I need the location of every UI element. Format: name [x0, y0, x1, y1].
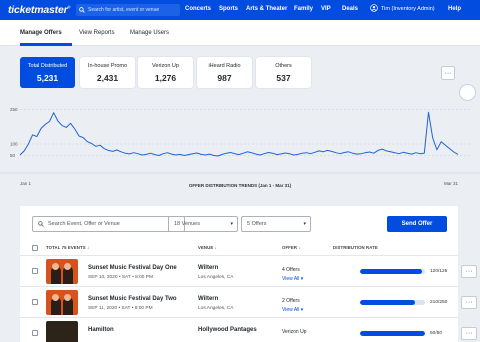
y-tick-label: 250 [10, 107, 18, 112]
venue-city: Los Angeles, CA [198, 306, 234, 311]
user-icon [370, 4, 378, 14]
chevron-down-icon: ▾ [230, 221, 233, 227]
stat-iheard-radio[interactable]: iHeard Radio 987 [197, 57, 252, 88]
tab-manage-offers[interactable]: Manage Offers [20, 30, 62, 36]
send-offer-button[interactable]: Send Offer [387, 216, 447, 232]
events-panel: Search Event, Offer or Venue 18 Venues ▾… [20, 206, 477, 342]
event-name[interactable]: Sunset Music Festival Day One [88, 265, 177, 271]
stat-verizon-up[interactable]: Verizon Up 1,276 [138, 57, 193, 88]
stat-value: 2,431 [96, 73, 119, 83]
stat-in-house-promo[interactable]: In-house Promo 2,431 [80, 57, 135, 88]
nav-sports[interactable]: Sports [219, 6, 238, 12]
venues-select[interactable]: 18 Venues ▾ [168, 216, 238, 232]
event-thumbnail [46, 290, 78, 315]
distribution-bar-fill [360, 331, 425, 336]
nav-deals[interactable]: Deals [342, 6, 358, 12]
stat-total-distributed[interactable]: Total Distributed 5,231 [20, 57, 75, 88]
top-nav: ticketmaster® Search for artist, event o… [0, 0, 480, 20]
chart-title: OFFER DISTRIBUTION TRENDS (Jan 1 - Mar 3… [188, 183, 292, 188]
user-menu[interactable]: Tim (Inventory Admin) [370, 4, 435, 14]
offer-count: 2 Offers [282, 298, 300, 304]
row-more-button[interactable]: ··· [461, 296, 477, 309]
stats-more-button[interactable]: ··· [441, 66, 455, 80]
y-tick-label: 100 [10, 142, 18, 147]
header-offer[interactable]: OFFER ↓ [282, 245, 301, 250]
distribution-bar-fill [360, 300, 415, 305]
select-all-checkbox[interactable] [32, 245, 38, 251]
view-all-link[interactable]: View All ▾ [282, 276, 303, 282]
view-all-link[interactable]: View All ▾ [282, 307, 303, 313]
offer-count: 4 Offers [282, 267, 300, 273]
venue-name: Wiltern [198, 296, 219, 302]
series-line [19, 111, 459, 157]
distribution-bar [360, 300, 425, 305]
event-search-placeholder: Search Event, Offer or Venue [48, 221, 120, 227]
row-checkbox[interactable] [32, 299, 38, 305]
stat-label: Verizon Up [152, 63, 179, 69]
venue-name: Hollywood Pantages [198, 327, 257, 333]
user-name: Tim (Inventory Admin) [381, 6, 435, 12]
venues-select-value: 18 Venues [174, 221, 200, 227]
global-search-placeholder: Search for artist, event or venue [88, 7, 160, 13]
event-name[interactable]: Hamilton [88, 327, 114, 333]
chevron-down-icon: ▾ [303, 221, 306, 227]
venue-name: Wiltern [198, 265, 219, 271]
more-horizontal-icon: ··· [465, 330, 473, 337]
tab-view-reports[interactable]: View Reports [79, 30, 115, 36]
event-name[interactable]: Sunset Music Festival Day Two [88, 296, 177, 302]
stat-label: In-house Promo [87, 63, 128, 69]
event-thumbnail [46, 259, 78, 284]
tab-manage-users[interactable]: Manage Users [130, 30, 169, 36]
search-icon [38, 221, 44, 227]
row-checkbox[interactable] [32, 330, 38, 336]
venue-city: Los Angeles, CA [198, 275, 234, 280]
nav-help[interactable]: Help [448, 6, 461, 12]
stat-value: 537 [276, 73, 291, 83]
event-search-input[interactable]: Search Event, Offer or Venue [32, 216, 185, 232]
table-header: TOTAL 75 EVENTS ↓ VENUE ↓ OFFER ↓ DISTRI… [20, 242, 458, 256]
event-thumbnail [46, 321, 78, 342]
more-horizontal-icon: ··· [444, 69, 452, 77]
table-row[interactable]: Hamilton Hollywood Pantages Verizon Up 5… [20, 318, 477, 342]
header-events[interactable]: TOTAL 75 EVENTS ↓ [46, 245, 89, 250]
table-row[interactable]: Sunset Music Festival Day Two SEP 11, 20… [20, 287, 477, 318]
active-tab-indicator [20, 43, 72, 46]
nav-arts-theater[interactable]: Arts & Theater [246, 6, 287, 12]
row-more-button[interactable]: ··· [461, 327, 477, 340]
stat-value: 987 [217, 73, 232, 83]
table-row[interactable]: Sunset Music Festival Day One SEP 10, 20… [20, 256, 477, 287]
distribution-bar-fill [360, 269, 423, 274]
distribution-bar [360, 269, 425, 274]
nav-vip[interactable]: VIP [321, 6, 331, 12]
nav-concerts[interactable]: Concerts [185, 6, 211, 12]
stat-label: iHeard Radio [208, 63, 241, 69]
stat-others[interactable]: Others 537 [256, 57, 311, 88]
more-horizontal-icon: ··· [465, 299, 473, 306]
distribution-trend-chart: 25010050Jan 1 Mar 31 [0, 107, 480, 185]
stat-value: 5,231 [36, 73, 59, 83]
distribution-value: 120/125 [430, 269, 448, 274]
row-checkbox[interactable] [32, 268, 38, 274]
offer-count: Verizon Up [282, 329, 307, 335]
distribution-value: 50/50 [430, 331, 443, 336]
y-tick-label: 50 [10, 153, 16, 158]
event-date: SEP 10, 2020 • SAT • 8:00 PM [88, 275, 153, 280]
event-date: SEP 11, 2020 • SAT • 8:00 PM [88, 306, 153, 311]
sub-nav: Manage Offers View Reports Manage Users [0, 20, 480, 46]
stat-value: 1,276 [154, 73, 177, 83]
search-icon [76, 7, 88, 13]
ticketmaster-logo[interactable]: ticketmaster® [8, 4, 74, 16]
nav-family[interactable]: Family [294, 6, 313, 12]
more-horizontal-icon: ··· [465, 268, 473, 275]
row-more-button[interactable]: ··· [461, 265, 477, 278]
header-venue[interactable]: VENUE ↓ [198, 245, 217, 250]
offers-select[interactable]: 5 Offers ▾ [241, 216, 311, 232]
stat-label: Others [275, 63, 292, 69]
distribution-value: 210/250 [430, 300, 448, 305]
global-search[interactable]: Search for artist, event or venue [76, 4, 180, 16]
stat-label: Total Distributed [27, 63, 68, 69]
offers-select-value: 5 Offers [247, 221, 267, 227]
header-distribution-rate[interactable]: DISTRIBUTION RATE [333, 245, 378, 250]
distribution-bar [360, 331, 425, 336]
